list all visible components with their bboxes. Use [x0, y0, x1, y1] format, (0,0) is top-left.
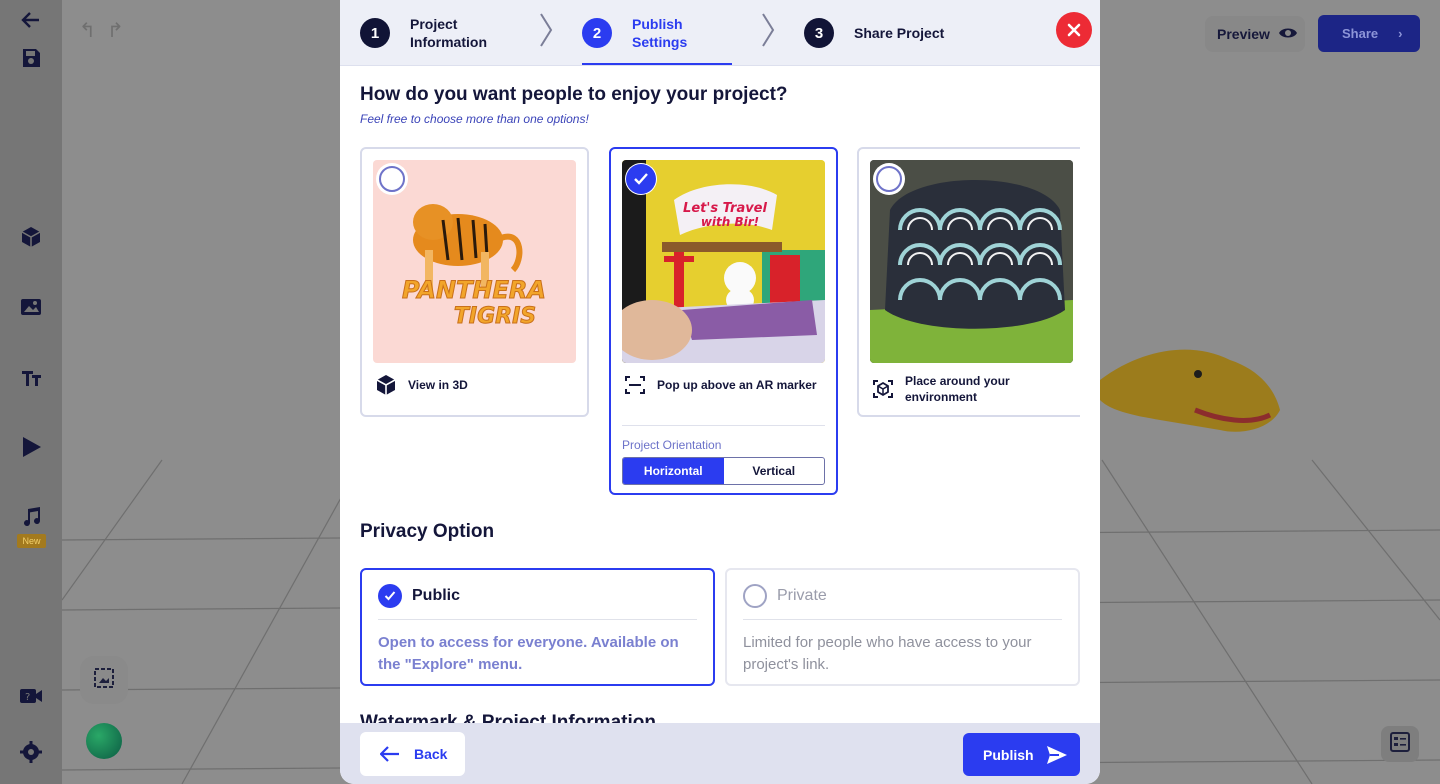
- editor-sidebar: New ?: [0, 0, 62, 784]
- environment-color-picker[interactable]: [86, 723, 122, 759]
- publish-modal: 1 Project Information 2 Publish Settings…: [340, 0, 1100, 784]
- privacy-divider: [378, 619, 697, 620]
- orientation-vertical-button[interactable]: Vertical: [724, 458, 825, 484]
- option-checkbox[interactable]: [376, 163, 408, 195]
- step-publish-settings[interactable]: 2 Publish Settings: [582, 0, 702, 66]
- help-video-icon[interactable]: ?: [19, 684, 43, 708]
- list-grid-icon: [1390, 731, 1410, 757]
- video-play-icon[interactable]: [19, 435, 43, 459]
- step-number: 3: [804, 18, 834, 48]
- place-3d-icon: [873, 380, 893, 398]
- armchair-preview-image: [870, 160, 1073, 363]
- publish-label: Publish: [983, 746, 1034, 763]
- layout-grid-button[interactable]: [1381, 726, 1419, 762]
- option-card-place-environment[interactable]: Place around your environment: [857, 147, 1080, 417]
- privacy-divider: [743, 619, 1062, 620]
- privacy-option-label: Private: [777, 587, 827, 604]
- experience-question-subtitle: Feel free to choose more than one option…: [360, 112, 589, 126]
- option-checkbox[interactable]: [625, 163, 657, 195]
- option-checkbox[interactable]: [873, 163, 905, 195]
- privacy-option-public[interactable]: Public Open to access for everyone. Avai…: [360, 568, 715, 686]
- back-button[interactable]: Back: [360, 732, 465, 776]
- step-label: Project Information: [410, 16, 487, 50]
- privacy-section-title: Privacy Option: [360, 521, 495, 542]
- step-chevron-icon: [540, 13, 553, 47]
- step-label: Share Project: [854, 25, 945, 41]
- eye-icon: [1278, 26, 1298, 43]
- redo-icon[interactable]: ↱: [107, 18, 124, 43]
- back-label: Back: [414, 746, 448, 762]
- cube-icon: [376, 375, 396, 395]
- option-label: Place around your environment: [905, 374, 1010, 404]
- image-icon[interactable]: [19, 295, 43, 319]
- undo-icon[interactable]: ↰: [79, 18, 96, 43]
- dinosaur-model: [1100, 340, 1300, 450]
- image-frame-icon: [93, 667, 115, 694]
- checkmark-icon: [384, 591, 396, 601]
- publish-settings-content[interactable]: How do you want people to enjoy your pro…: [360, 66, 1080, 724]
- step-share-project[interactable]: 3 Share Project: [804, 0, 944, 66]
- modal-footer: Back Publish: [340, 723, 1100, 784]
- 3d-object-icon[interactable]: [19, 225, 43, 249]
- privacy-radio[interactable]: [378, 584, 402, 608]
- publish-stepper: 1 Project Information 2 Publish Settings…: [340, 0, 1100, 66]
- send-icon: [1046, 745, 1067, 764]
- privacy-option-description: Limited for people who have access to yo…: [743, 634, 1032, 673]
- ar-image-text-line2: with Bir!: [701, 215, 759, 229]
- settings-gear-icon[interactable]: [19, 740, 43, 764]
- step-label: Publish Settings: [632, 16, 688, 50]
- orientation-horizontal-button[interactable]: Horizontal: [623, 458, 724, 484]
- step-chevron-icon: [762, 13, 775, 47]
- ar-image-text-line1: Let's Travel: [683, 201, 767, 216]
- step-number: 2: [582, 18, 612, 48]
- tiger-image-subtitle-text: TIGRIS: [454, 304, 536, 329]
- step-number: 1: [360, 18, 390, 48]
- preview-label: Preview: [1217, 26, 1270, 42]
- chevron-right-icon: ›: [1398, 26, 1403, 41]
- orientation-label: Project Orientation: [622, 438, 722, 452]
- checkmark-icon: [634, 173, 648, 185]
- tiger-image-title-text: PANTHERA: [402, 276, 546, 304]
- ar-marker-icon: [625, 376, 645, 394]
- image-fit-button[interactable]: [80, 656, 128, 704]
- share-button[interactable]: Share ›: [1318, 15, 1420, 52]
- preview-button[interactable]: Preview: [1205, 16, 1305, 52]
- option-label: Pop up above an AR marker: [657, 378, 817, 392]
- active-step-indicator: [582, 63, 732, 65]
- save-icon[interactable]: [19, 46, 43, 70]
- orientation-divider: [622, 425, 825, 426]
- orientation-toggle: Horizontal Vertical: [622, 457, 825, 485]
- option-card-view-3d[interactable]: PANTHERA TIGRIS View in 3D: [360, 147, 589, 417]
- privacy-radio[interactable]: [743, 584, 767, 608]
- privacy-option-private[interactable]: Private Limited for people who have acce…: [725, 568, 1080, 686]
- ar-marker-preview-image: Let's Travel with Bir!: [622, 160, 825, 363]
- option-card-ar-marker[interactable]: Let's Travel with Bir! Pop up above an A…: [609, 147, 838, 495]
- svg-text:?: ?: [25, 692, 30, 703]
- arrow-left-icon: [380, 746, 399, 762]
- tiger-preview-image: PANTHERA TIGRIS: [373, 160, 576, 363]
- new-badge: New: [17, 534, 46, 548]
- step-project-information[interactable]: 1 Project Information: [360, 0, 500, 66]
- close-icon: [1067, 23, 1081, 37]
- privacy-option-description: Open to access for everyone. Available o…: [378, 634, 679, 673]
- privacy-option-label: Public: [412, 587, 461, 604]
- close-modal-button[interactable]: [1056, 12, 1092, 48]
- back-arrow-icon[interactable]: [19, 8, 43, 32]
- publish-button[interactable]: Publish: [963, 733, 1080, 776]
- text-icon[interactable]: [19, 365, 43, 389]
- experience-question-title: How do you want people to enjoy your pro…: [360, 84, 788, 105]
- option-label: View in 3D: [408, 378, 468, 392]
- share-label: Share: [1342, 26, 1379, 41]
- music-icon[interactable]: [19, 505, 43, 529]
